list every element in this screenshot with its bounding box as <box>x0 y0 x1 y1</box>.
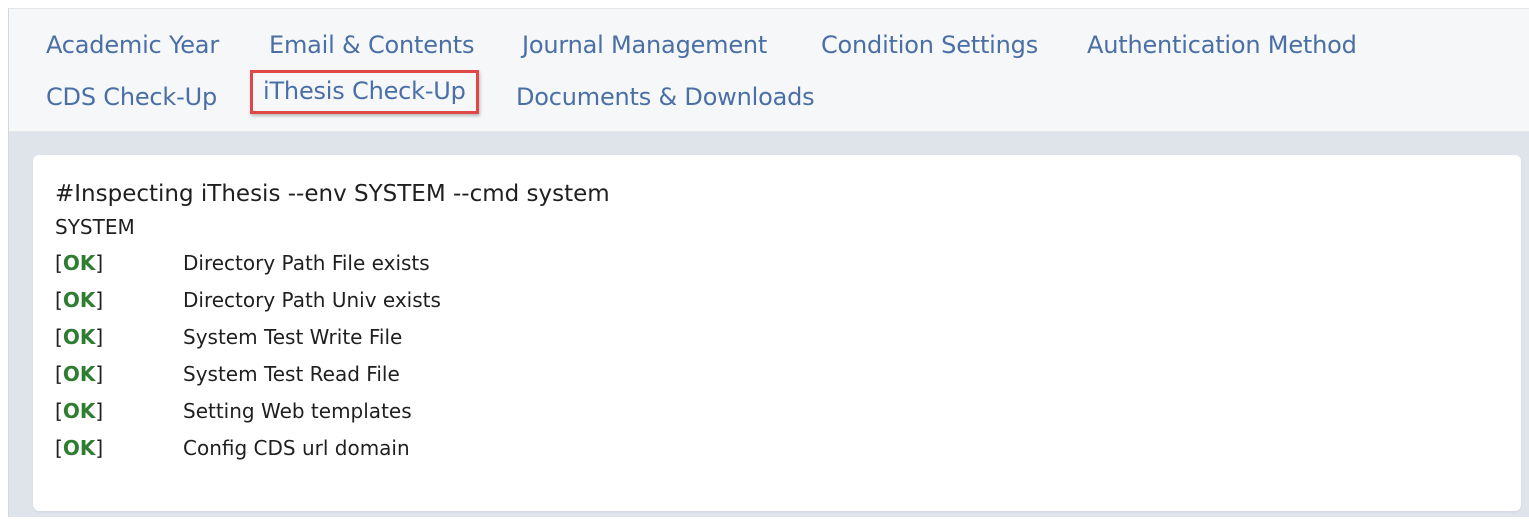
console-command: #Inspecting iThesis --env SYSTEM --cmd s… <box>55 181 610 207</box>
check-row: [OK] System Test Read File <box>55 362 400 386</box>
check-row: [OK] Config CDS url domain <box>55 436 410 460</box>
top-nav: Academic Year Email & Contents Journal M… <box>9 9 1529 132</box>
check-text: Directory Path File exists <box>183 251 430 275</box>
check-text: Config CDS url domain <box>183 436 410 460</box>
nav-link-cds-check-up[interactable]: CDS Check-Up <box>46 83 217 111</box>
check-row: [OK] Directory Path Univ exists <box>55 288 441 312</box>
check-row: [OK] Setting Web templates <box>55 399 412 423</box>
nav-link-condition-settings[interactable]: Condition Settings <box>821 31 1038 59</box>
check-text: System Test Write File <box>183 325 403 349</box>
check-row: [OK] System Test Write File <box>55 325 403 349</box>
nav-link-ithesis-check-up[interactable]: iThesis Check-Up <box>250 70 479 114</box>
check-text: Directory Path Univ exists <box>183 288 441 312</box>
status-ok: OK <box>62 288 96 312</box>
status-ok: OK <box>62 362 96 386</box>
nav-link-academic-year[interactable]: Academic Year <box>46 31 219 59</box>
check-row: [OK] Directory Path File exists <box>55 251 430 275</box>
nav-link-journal-management[interactable]: Journal Management <box>522 31 767 59</box>
page-frame: Academic Year Email & Contents Journal M… <box>8 8 1529 517</box>
status-ok: OK <box>62 251 96 275</box>
console-panel: #Inspecting iThesis --env SYSTEM --cmd s… <box>33 155 1521 511</box>
status-ok: OK <box>62 436 96 460</box>
nav-link-documents-downloads[interactable]: Documents & Downloads <box>516 83 815 111</box>
nav-link-authentication-method[interactable]: Authentication Method <box>1087 31 1357 59</box>
console-section-title: SYSTEM <box>55 215 135 239</box>
check-text: Setting Web templates <box>183 399 412 423</box>
status-ok: OK <box>62 325 96 349</box>
nav-link-email-contents[interactable]: Email & Contents <box>269 31 475 59</box>
status-ok: OK <box>62 399 96 423</box>
check-text: System Test Read File <box>183 362 400 386</box>
